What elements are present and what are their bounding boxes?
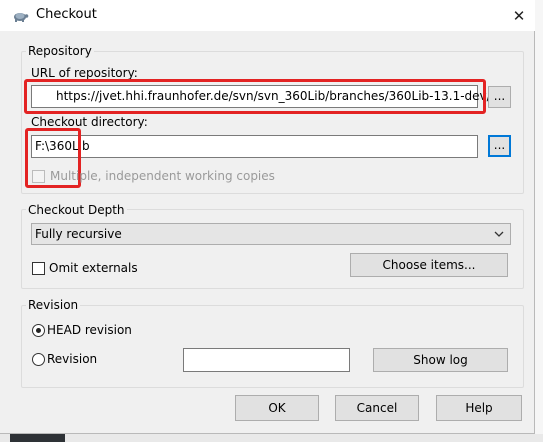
checkout-depth-select[interactable]: Fully recursive [31, 223, 511, 245]
head-revision-radio[interactable] [32, 324, 45, 337]
tortoise-svn-icon [14, 13, 29, 22]
revision-group [21, 305, 524, 388]
background-window-edge [535, 0, 543, 442]
url-browse-button[interactable]: ... [488, 86, 511, 108]
choose-items-button[interactable]: Choose items... [350, 253, 508, 277]
multiple-working-copies-checkbox[interactable] [32, 170, 45, 183]
close-button[interactable]: ✕ [505, 3, 533, 29]
specific-revision-radio[interactable] [32, 353, 45, 366]
multiple-working-copies-label: Multiple, independent working copies [50, 169, 275, 183]
close-icon: ✕ [512, 7, 526, 25]
chevron-down-icon [494, 231, 504, 237]
help-button[interactable]: Help [436, 395, 522, 421]
repository-legend: Repository [26, 44, 94, 58]
revision-number-input[interactable] [183, 348, 350, 372]
checkout-dialog: Checkout ✕ Repository URL of repository:… [0, 0, 535, 434]
omit-externals-checkbox[interactable] [32, 262, 45, 275]
cancel-button[interactable]: Cancel [335, 395, 419, 421]
url-label: URL of repository: [31, 66, 138, 80]
background-taskbar-edge [0, 434, 543, 442]
directory-browse-button[interactable]: ... [488, 135, 511, 157]
head-revision-label: HEAD revision [47, 323, 132, 337]
checkout-directory-input[interactable]: F:\360Lib [31, 135, 478, 158]
checkout-depth-legend: Checkout Depth [26, 203, 127, 217]
window-title: Checkout [36, 7, 97, 22]
checkout-depth-value: Fully recursive [35, 227, 122, 241]
revision-legend: Revision [26, 298, 81, 312]
background-dark-region [10, 434, 65, 442]
show-log-button[interactable]: Show log [373, 348, 508, 372]
ok-button[interactable]: OK [235, 395, 319, 421]
specific-revision-label: Revision [47, 352, 98, 366]
title-bar[interactable]: Checkout ✕ [0, 0, 535, 31]
checkout-directory-label: Checkout directory: [31, 115, 148, 129]
checkout-depth-group [21, 209, 524, 289]
omit-externals-label: Omit externals [49, 261, 138, 275]
url-highlight-annotation [24, 79, 486, 114]
